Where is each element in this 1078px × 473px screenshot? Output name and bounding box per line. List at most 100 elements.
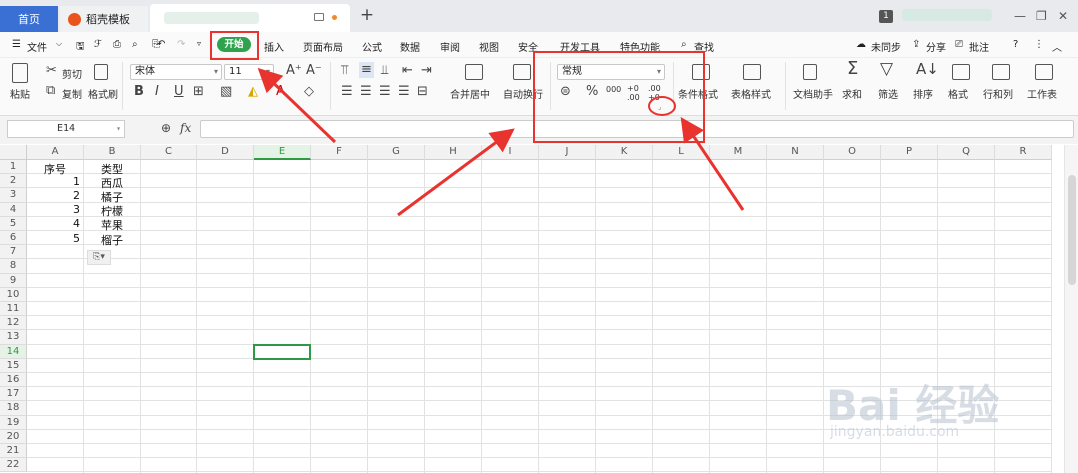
row-header-22[interactable]: 22 [0, 458, 27, 473]
rows-cols-icon[interactable] [992, 64, 1010, 80]
select-all-corner[interactable] [0, 145, 27, 160]
row-header-4[interactable]: 4 [0, 202, 27, 217]
more-icon[interactable]: ⋮ [1034, 39, 1044, 50]
align-top-icon[interactable]: ⫪ [341, 64, 348, 78]
currency-icon[interactable]: ⊜ [560, 85, 571, 99]
row-header-2[interactable]: 2 [0, 174, 27, 189]
decrease-font-icon[interactable]: A⁻ [306, 64, 322, 78]
row-header-14[interactable]: 14 [0, 344, 27, 359]
row-header-6[interactable]: 6 [0, 231, 27, 246]
eraser-icon[interactable]: ◇ [304, 85, 314, 99]
copy-icon[interactable]: ⧉ [46, 84, 55, 98]
fx-button[interactable]: fx [180, 121, 191, 135]
sync-status[interactable]: 未同步 [871, 39, 901, 54]
column-header-n[interactable]: N [767, 145, 824, 160]
menu-security[interactable]: 安全 [518, 39, 538, 54]
column-header-f[interactable]: F [311, 145, 368, 160]
menu-file[interactable]: 文件 [27, 39, 47, 54]
window-count-badge[interactable]: 1 [879, 10, 893, 23]
cell-fill-pattern-icon[interactable]: ▧ [220, 85, 232, 99]
menu-insert[interactable]: 插入 [264, 39, 284, 54]
menu-special-features[interactable]: 特色功能 [620, 39, 660, 54]
share-button[interactable]: 分享 [926, 39, 946, 54]
worksheet-icon[interactable] [1035, 64, 1053, 80]
type-cell[interactable]: 榴子 [101, 232, 123, 248]
cut-button[interactable]: 剪切 [62, 66, 82, 81]
align-center-icon[interactable]: ☰ [360, 85, 372, 99]
row-header-7[interactable]: 7 [0, 245, 27, 260]
save-icon[interactable]: 🖫 [76, 39, 85, 56]
font-name-select[interactable]: 宋体 ▾ [130, 64, 222, 80]
chevron-down-icon[interactable]: ⌵ [56, 39, 62, 49]
name-box[interactable]: E14 ▾ [7, 120, 125, 138]
doc-assistant-icon[interactable] [803, 64, 817, 80]
wrap-text-icon[interactable] [513, 64, 531, 80]
search-icon[interactable]: ⌕ [681, 39, 687, 50]
row-header-19[interactable]: 19 [0, 415, 27, 430]
format-button[interactable]: 格式 [948, 86, 968, 101]
column-header-k[interactable]: K [596, 145, 653, 160]
tab-document[interactable] [150, 4, 350, 32]
row-header-13[interactable]: 13 [0, 330, 27, 345]
column-header-i[interactable]: I [482, 145, 539, 160]
table-style-button[interactable]: 表格样式 [731, 86, 771, 101]
align-right-icon[interactable]: ☰ [379, 85, 391, 99]
column-header-m[interactable]: M [710, 145, 767, 160]
number-cell[interactable]: 2 [27, 189, 80, 202]
row-header-9[interactable]: 9 [0, 273, 27, 288]
menu-formula[interactable]: 公式 [362, 39, 382, 54]
indent-decrease-icon[interactable]: ⇤ [402, 64, 413, 78]
undo-icon[interactable]: ↶ [157, 39, 165, 50]
vertical-scrollbar[interactable] [1064, 145, 1078, 473]
format-painter-button[interactable]: 格式刷 [88, 86, 118, 101]
menu-review[interactable]: 审阅 [440, 39, 460, 54]
row-header-5[interactable]: 5 [0, 216, 27, 231]
paste-options-button[interactable]: ⎘▾ [87, 250, 111, 265]
comment-button[interactable]: 批注 [969, 39, 989, 54]
number-cell[interactable]: 3 [27, 203, 80, 216]
paste-icon[interactable] [12, 63, 28, 83]
undo-history-icon[interactable]: ℱ [94, 39, 102, 50]
column-header-g[interactable]: G [368, 145, 425, 160]
row-header-8[interactable]: 8 [0, 259, 27, 274]
zoom-formula-icon[interactable]: ⊕ [161, 121, 171, 135]
rows-cols-button[interactable]: 行和列 [983, 86, 1013, 101]
merge-center-button[interactable]: 合并居中 [450, 86, 490, 101]
row-header-12[interactable]: 12 [0, 316, 27, 331]
column-header-b[interactable]: B [84, 145, 141, 160]
row-header-11[interactable]: 11 [0, 302, 27, 317]
sort-button[interactable]: 排序 [913, 86, 933, 101]
menu-view[interactable]: 视图 [479, 39, 499, 54]
row-header-21[interactable]: 21 [0, 444, 27, 459]
thousands-separator-button[interactable]: 000 [606, 85, 621, 94]
row-header-18[interactable]: 18 [0, 401, 27, 416]
wrap-text-button[interactable]: 自动换行 [503, 86, 543, 101]
scrollbar-thumb[interactable] [1068, 175, 1076, 285]
menu-data[interactable]: 数据 [400, 39, 420, 54]
tab-home[interactable]: 首页 [0, 6, 58, 32]
menu-page-layout[interactable]: 页面布局 [303, 39, 343, 54]
cloud-sync-icon[interactable]: ☁ [856, 39, 866, 50]
increase-font-icon[interactable]: A⁺ [286, 64, 302, 78]
menu-search[interactable]: 查找 [694, 39, 714, 54]
redo-icon[interactable]: ↷ [177, 39, 185, 50]
row-header-20[interactable]: 20 [0, 429, 27, 444]
align-left-icon[interactable]: ☰ [341, 85, 353, 99]
indent-increase-icon[interactable]: ⇥ [421, 64, 432, 78]
print-icon[interactable]: ⎙ [113, 39, 121, 50]
format-painter-icon[interactable] [94, 64, 108, 80]
row-header-16[interactable]: 16 [0, 373, 27, 388]
fill-color-icon[interactable]: ◭ [248, 85, 258, 99]
sum-button[interactable]: 求和 [842, 86, 862, 101]
blurred-user-name[interactable] [902, 9, 992, 21]
row-header-17[interactable]: 17 [0, 387, 27, 402]
filter-button[interactable]: 筛选 [878, 86, 898, 101]
collapse-ribbon-icon[interactable]: ︿ [1052, 39, 1062, 54]
column-header-j[interactable]: J [539, 145, 596, 160]
number-cell[interactable]: 5 [27, 232, 80, 245]
column-header-o[interactable]: O [824, 145, 881, 160]
column-header-p[interactable]: P [881, 145, 938, 160]
row-header-10[interactable]: 10 [0, 287, 27, 302]
bold-button[interactable]: B [134, 85, 144, 99]
justify-icon[interactable]: ☰ [398, 85, 410, 99]
